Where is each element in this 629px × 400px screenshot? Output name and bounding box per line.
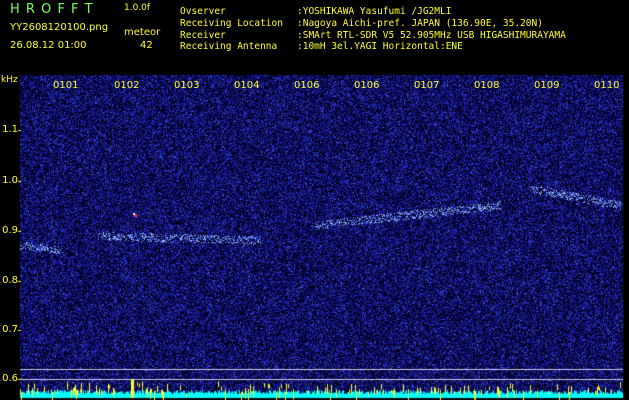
file-name: YY2608120100.png: [10, 22, 109, 33]
x-tick-label: 0101: [53, 80, 79, 91]
antenna-value: :10mH 3el.YAGI Horizontal:ENE: [297, 41, 463, 52]
location-label: Receiving Location: [180, 18, 283, 29]
header-panel: H R O F F T 1.0.0f YY2608120100.png mete…: [0, 0, 629, 74]
location-value: :Nagoya Aichi-pref. JAPAN (136.90E, 35.2…: [297, 18, 543, 29]
x-tick-label: 0104: [234, 80, 260, 91]
y-tick-label: 0.6: [2, 373, 18, 384]
app-version: 1.0.0f: [124, 3, 151, 13]
x-tick-label: 0106: [294, 80, 320, 91]
y-tick-label: 1.1: [2, 124, 18, 135]
y-tick-label: 0.8: [2, 275, 18, 286]
x-tick-label: 0106: [354, 80, 380, 91]
y-tick-label: 0.9: [2, 225, 18, 236]
x-tick-label: 0108: [474, 80, 500, 91]
y-tick-label: 1.0: [2, 175, 18, 186]
date-time: 26.08.12 01:00: [10, 40, 87, 51]
meteor-count: 42: [140, 40, 153, 51]
receiver-label: Receiver: [180, 30, 226, 41]
x-tick-label: 0103: [174, 80, 200, 91]
x-tick-label: 0102: [114, 80, 140, 91]
x-tick-label: 0107: [414, 80, 440, 91]
x-tick-label: 0109: [534, 80, 560, 91]
y-axis-unit: kHz: [1, 75, 18, 85]
antenna-label: Receiving Antenna: [180, 41, 278, 52]
meteor-label: meteor: [124, 27, 161, 38]
y-tick-label: 0.7: [2, 324, 18, 335]
observer-value: :YOSHIKAWA Yasufumi /JG2MLI: [297, 6, 452, 17]
receiver-value: :SMArt RTL-SDR V5 52.905MHz USB HIGASHIM…: [297, 30, 566, 41]
app-title: H R O F F T: [10, 2, 94, 17]
observer-label: Ovserver: [180, 6, 226, 17]
x-tick-label: 0110: [594, 80, 620, 91]
